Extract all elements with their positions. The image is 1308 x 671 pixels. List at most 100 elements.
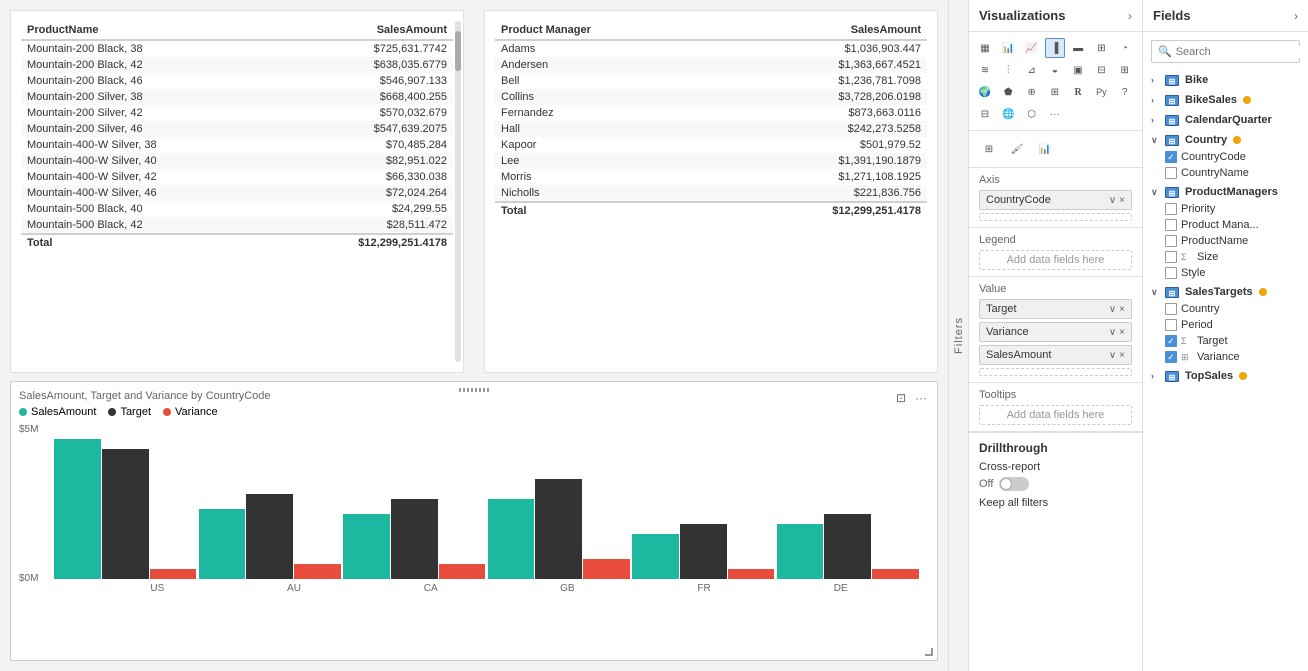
remove-icon-target[interactable]: × [1119, 304, 1125, 315]
group-name: SalesTargets [1185, 286, 1253, 298]
viz-custom-icon[interactable]: ⬡ [1022, 104, 1042, 124]
cross-report-toggle[interactable] [999, 477, 1029, 491]
dropdown-icon-sales[interactable]: ∨ [1109, 350, 1116, 361]
viz-card-icon[interactable]: ▣ [1068, 60, 1088, 80]
manager-data-table: Product Manager SalesAmount Adams$1,036,… [495, 21, 927, 219]
field-item[interactable]: Country [1147, 301, 1304, 317]
viz-pie-icon[interactable]: ◔ [1115, 38, 1135, 58]
viz-area-icon[interactable]: ▬ [1068, 38, 1088, 58]
field-type-icon: Σ [1181, 252, 1193, 262]
field-checkbox[interactable] [1165, 303, 1177, 315]
viz-collapse-arrow[interactable]: › [1128, 9, 1132, 23]
viz-line-icon[interactable]: 📈 [1022, 38, 1042, 58]
viz-bar2-icon[interactable]: 📊 [998, 38, 1018, 58]
fields-collapse-arrow[interactable]: › [1294, 9, 1298, 23]
field-item[interactable]: ΣSize [1147, 249, 1304, 265]
remove-icon-sales[interactable]: × [1119, 350, 1125, 361]
viz-ribbon-icon[interactable]: ≋ [975, 60, 995, 80]
field-checkbox[interactable] [1165, 267, 1177, 279]
field-group-header-bike[interactable]: ›⊞Bike [1147, 71, 1304, 89]
field-label: Style [1181, 267, 1205, 279]
drag-handle[interactable] [459, 388, 489, 392]
viz-grid2-icon[interactable]: ⊟ [975, 104, 995, 124]
value-field-sales[interactable]: SalesAmount ∨ × [979, 345, 1132, 365]
fields-search-box[interactable]: 🔍 [1151, 40, 1300, 63]
add-tooltip-placeholder[interactable]: Add data fields here [979, 405, 1132, 425]
viz-bar-icon[interactable]: ▦ [975, 38, 995, 58]
viz-table-icon[interactable]: ⊟ [1091, 60, 1111, 80]
product-name: Mountain-400-W Silver, 40 [21, 153, 273, 169]
field-checkbox[interactable]: ✓ [1165, 151, 1177, 163]
build-icon-format[interactable]: 🖌 [1005, 137, 1029, 161]
viz-key-icon[interactable]: ⊞ [1045, 82, 1065, 102]
more-icon[interactable]: ··· [913, 390, 929, 406]
field-checkbox[interactable] [1165, 235, 1177, 247]
total-value: $12,299,251.4178 [712, 202, 927, 219]
field-checkbox[interactable] [1165, 251, 1177, 263]
field-group-header-productmanagers[interactable]: ∨⊞ProductManagers [1147, 183, 1304, 201]
viz-funnel-icon[interactable]: ⊿ [1022, 60, 1042, 80]
viz-waterfall-icon[interactable]: ⫶ [998, 60, 1018, 80]
dropdown-icon[interactable]: ∨ [1109, 195, 1116, 206]
field-checkbox[interactable]: ✓ [1165, 351, 1177, 363]
field-item[interactable]: ✓⊞Variance [1147, 349, 1304, 365]
viz-gauge-icon[interactable]: ◒ [1045, 60, 1065, 80]
bar-sales [343, 514, 390, 579]
remove-icon[interactable]: × [1119, 195, 1125, 206]
viz-matrix-icon[interactable]: ⊞ [1115, 60, 1135, 80]
filters-panel[interactable]: Filters [948, 0, 968, 671]
viz-qna-icon[interactable]: ? [1115, 82, 1135, 102]
field-checkbox[interactable] [1165, 203, 1177, 215]
build-icon-fields[interactable]: ⊞ [977, 137, 1001, 161]
add-legend-placeholder[interactable]: Add data fields here [979, 250, 1132, 270]
field-item[interactable]: ProductName [1147, 233, 1304, 249]
bar-target [391, 499, 438, 579]
viz-map-icon[interactable]: 🌍 [975, 82, 995, 102]
y-axis: $5M $0M [19, 424, 49, 584]
sales-amount: $28,511.472 [273, 217, 453, 234]
viz-r-icon[interactable]: R [1068, 82, 1088, 102]
field-group-header-country[interactable]: ∨⊞Country [1147, 131, 1304, 149]
field-item[interactable]: Style [1147, 265, 1304, 281]
field-checkbox[interactable] [1165, 219, 1177, 231]
field-group-header-bikesales[interactable]: ›⊞BikeSales [1147, 91, 1304, 109]
table-icon: ⊞ [1165, 187, 1179, 198]
add-axis-placeholder[interactable] [979, 213, 1132, 221]
field-item[interactable]: Product Mana... [1147, 217, 1304, 233]
total-label: Total [495, 202, 712, 219]
expand-icon: ∨ [1151, 287, 1161, 298]
axis-field-countrycode[interactable]: CountryCode ∨ × [979, 190, 1132, 210]
value-field-variance[interactable]: Variance ∨ × [979, 322, 1132, 342]
field-checkbox[interactable] [1165, 319, 1177, 331]
field-item[interactable]: CountryName [1147, 165, 1304, 181]
dropdown-icon-variance[interactable]: ∨ [1109, 327, 1116, 338]
field-item[interactable]: Period [1147, 317, 1304, 333]
build-icon-analytics[interactable]: 📊 [1033, 137, 1057, 161]
viz-column-icon[interactable]: ▐ [1045, 38, 1065, 58]
viz-filledmap-icon[interactable]: ⬟ [998, 82, 1018, 102]
bar-group [488, 479, 631, 579]
field-checkbox[interactable] [1165, 167, 1177, 179]
field-group-header-topsales[interactable]: ›⊞TopSales [1147, 367, 1304, 385]
remove-icon-variance[interactable]: × [1119, 327, 1125, 338]
viz-decomp-icon[interactable]: ⊕ [1022, 82, 1042, 102]
expand-icon[interactable]: ⊡ [893, 390, 909, 406]
manager-sales: $1,271,108.1925 [712, 169, 927, 185]
field-item[interactable]: Priority [1147, 201, 1304, 217]
field-item[interactable]: ✓CountryCode [1147, 149, 1304, 165]
viz-more-icon[interactable]: ··· [1045, 104, 1065, 124]
dropdown-icon-target[interactable]: ∨ [1109, 304, 1116, 315]
add-value-placeholder[interactable] [979, 368, 1132, 376]
bar-target [824, 514, 871, 579]
field-group-header-salestargets[interactable]: ∨⊞SalesTargets [1147, 283, 1304, 301]
field-item[interactable]: ✓ΣTarget [1147, 333, 1304, 349]
resize-handle[interactable] [925, 648, 933, 656]
value-field-target[interactable]: Target ∨ × [979, 299, 1132, 319]
field-checkbox[interactable]: ✓ [1165, 335, 1177, 347]
manager-sales: $1,391,190.1879 [712, 153, 927, 169]
viz-py-icon[interactable]: Py [1091, 82, 1111, 102]
field-group-header-calendarquarter[interactable]: ›⊞CalendarQuarter [1147, 111, 1304, 129]
fields-search-input[interactable] [1176, 46, 1308, 58]
viz-globe-icon[interactable]: 🌐 [998, 104, 1018, 124]
viz-scatter-icon[interactable]: ⊞ [1091, 38, 1111, 58]
